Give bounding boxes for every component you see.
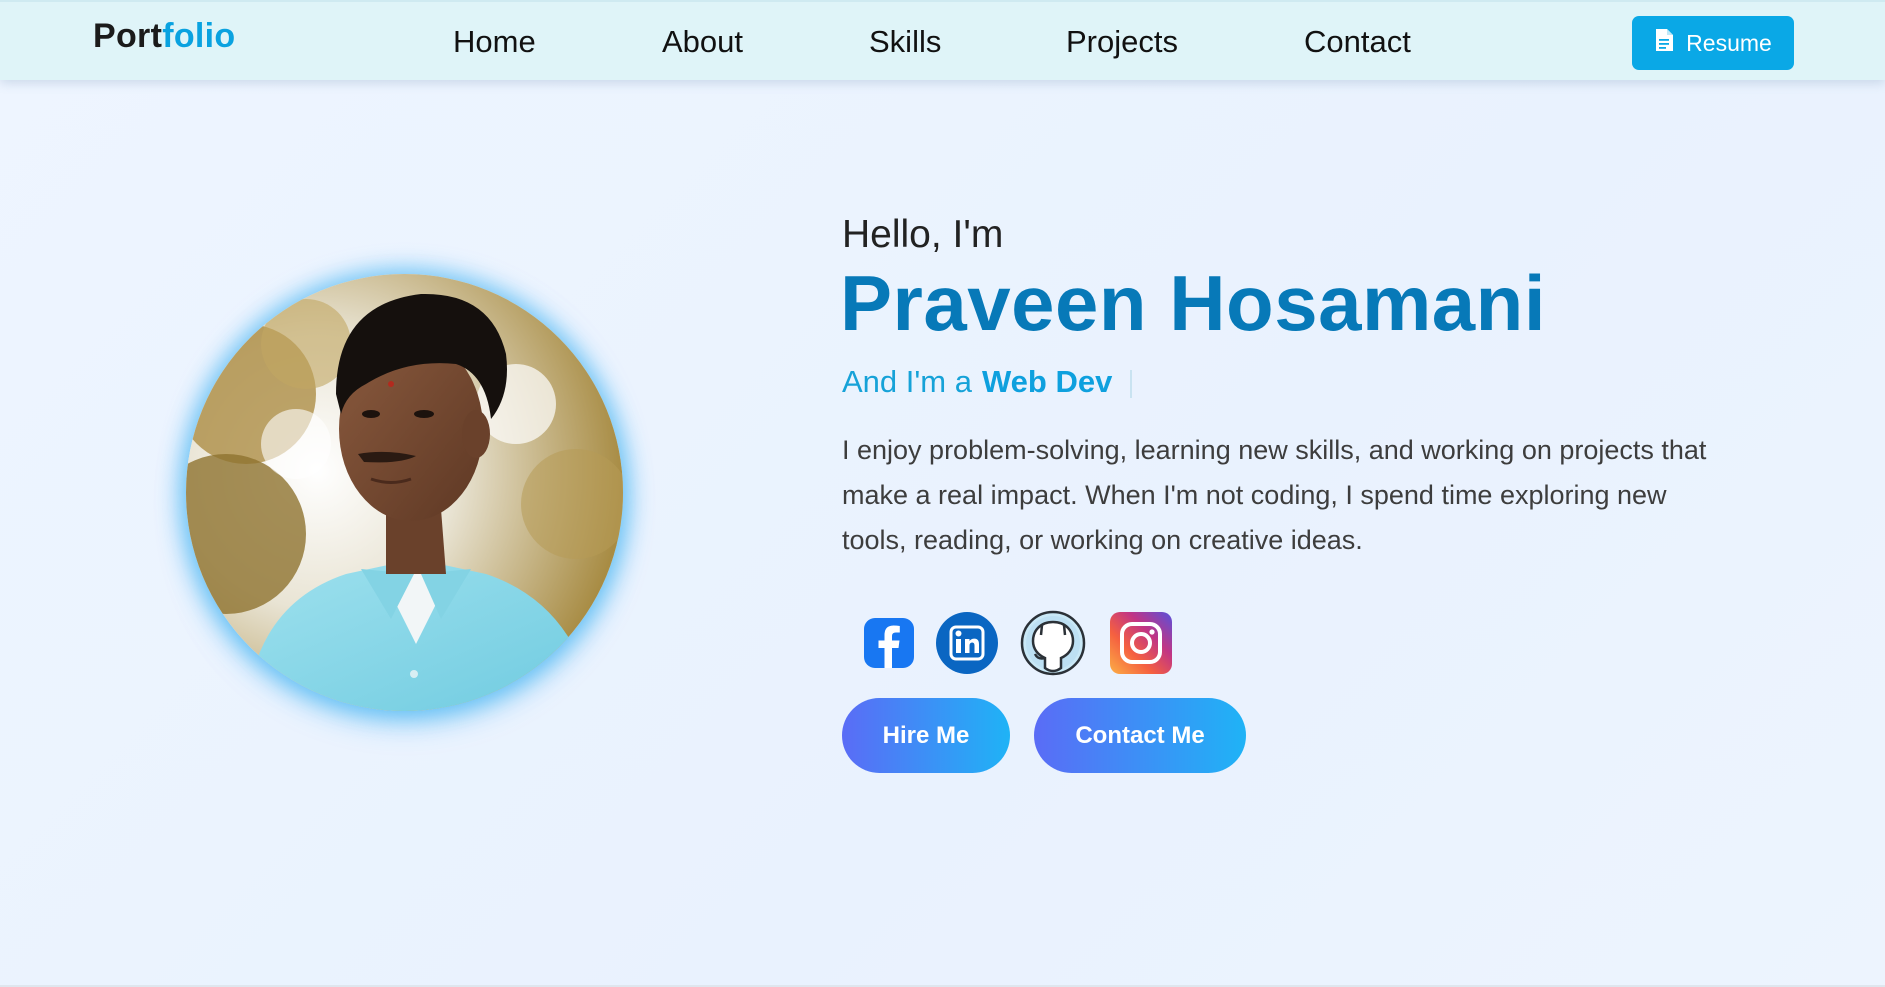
contact-me-button[interactable]: Contact Me: [1034, 698, 1246, 773]
nav-link-skills[interactable]: Skills: [869, 24, 941, 60]
document-icon: [1654, 28, 1674, 58]
linkedin-icon[interactable]: [934, 610, 1000, 676]
instagram-icon[interactable]: [1108, 610, 1174, 676]
navbar: Portfolio Home About Skills Projects Con…: [0, 0, 1885, 80]
resume-button[interactable]: Resume: [1632, 16, 1794, 70]
hero-name: Praveen Hosamani: [840, 259, 1547, 347]
bio-paragraph: I enjoy problem-solving, learning new sk…: [842, 435, 1707, 555]
nav-link-about[interactable]: About: [662, 24, 743, 60]
hire-me-button[interactable]: Hire Me: [842, 698, 1010, 773]
nav-link-contact[interactable]: Contact: [1304, 24, 1411, 60]
nav-links: Home About Skills Projects Contact: [0, 24, 1885, 64]
resume-label: Resume: [1686, 29, 1772, 56]
typing-cursor: [1130, 369, 1133, 398]
github-icon[interactable]: [1020, 610, 1086, 676]
typed-role: Web Dev: [981, 364, 1113, 399]
nav-link-projects[interactable]: Projects: [1066, 24, 1178, 60]
portfolio-page: Portfolio Home About Skills Projects Con…: [0, 0, 1885, 987]
profile-photo: [186, 274, 623, 711]
nav-link-home[interactable]: Home: [453, 24, 536, 60]
role-prefix: And I'm a: [842, 364, 972, 399]
greeting: Hello, I'm: [842, 213, 1004, 256]
facebook-icon[interactable]: [856, 610, 922, 676]
role-line: And I'm a Web Dev: [842, 364, 1133, 400]
